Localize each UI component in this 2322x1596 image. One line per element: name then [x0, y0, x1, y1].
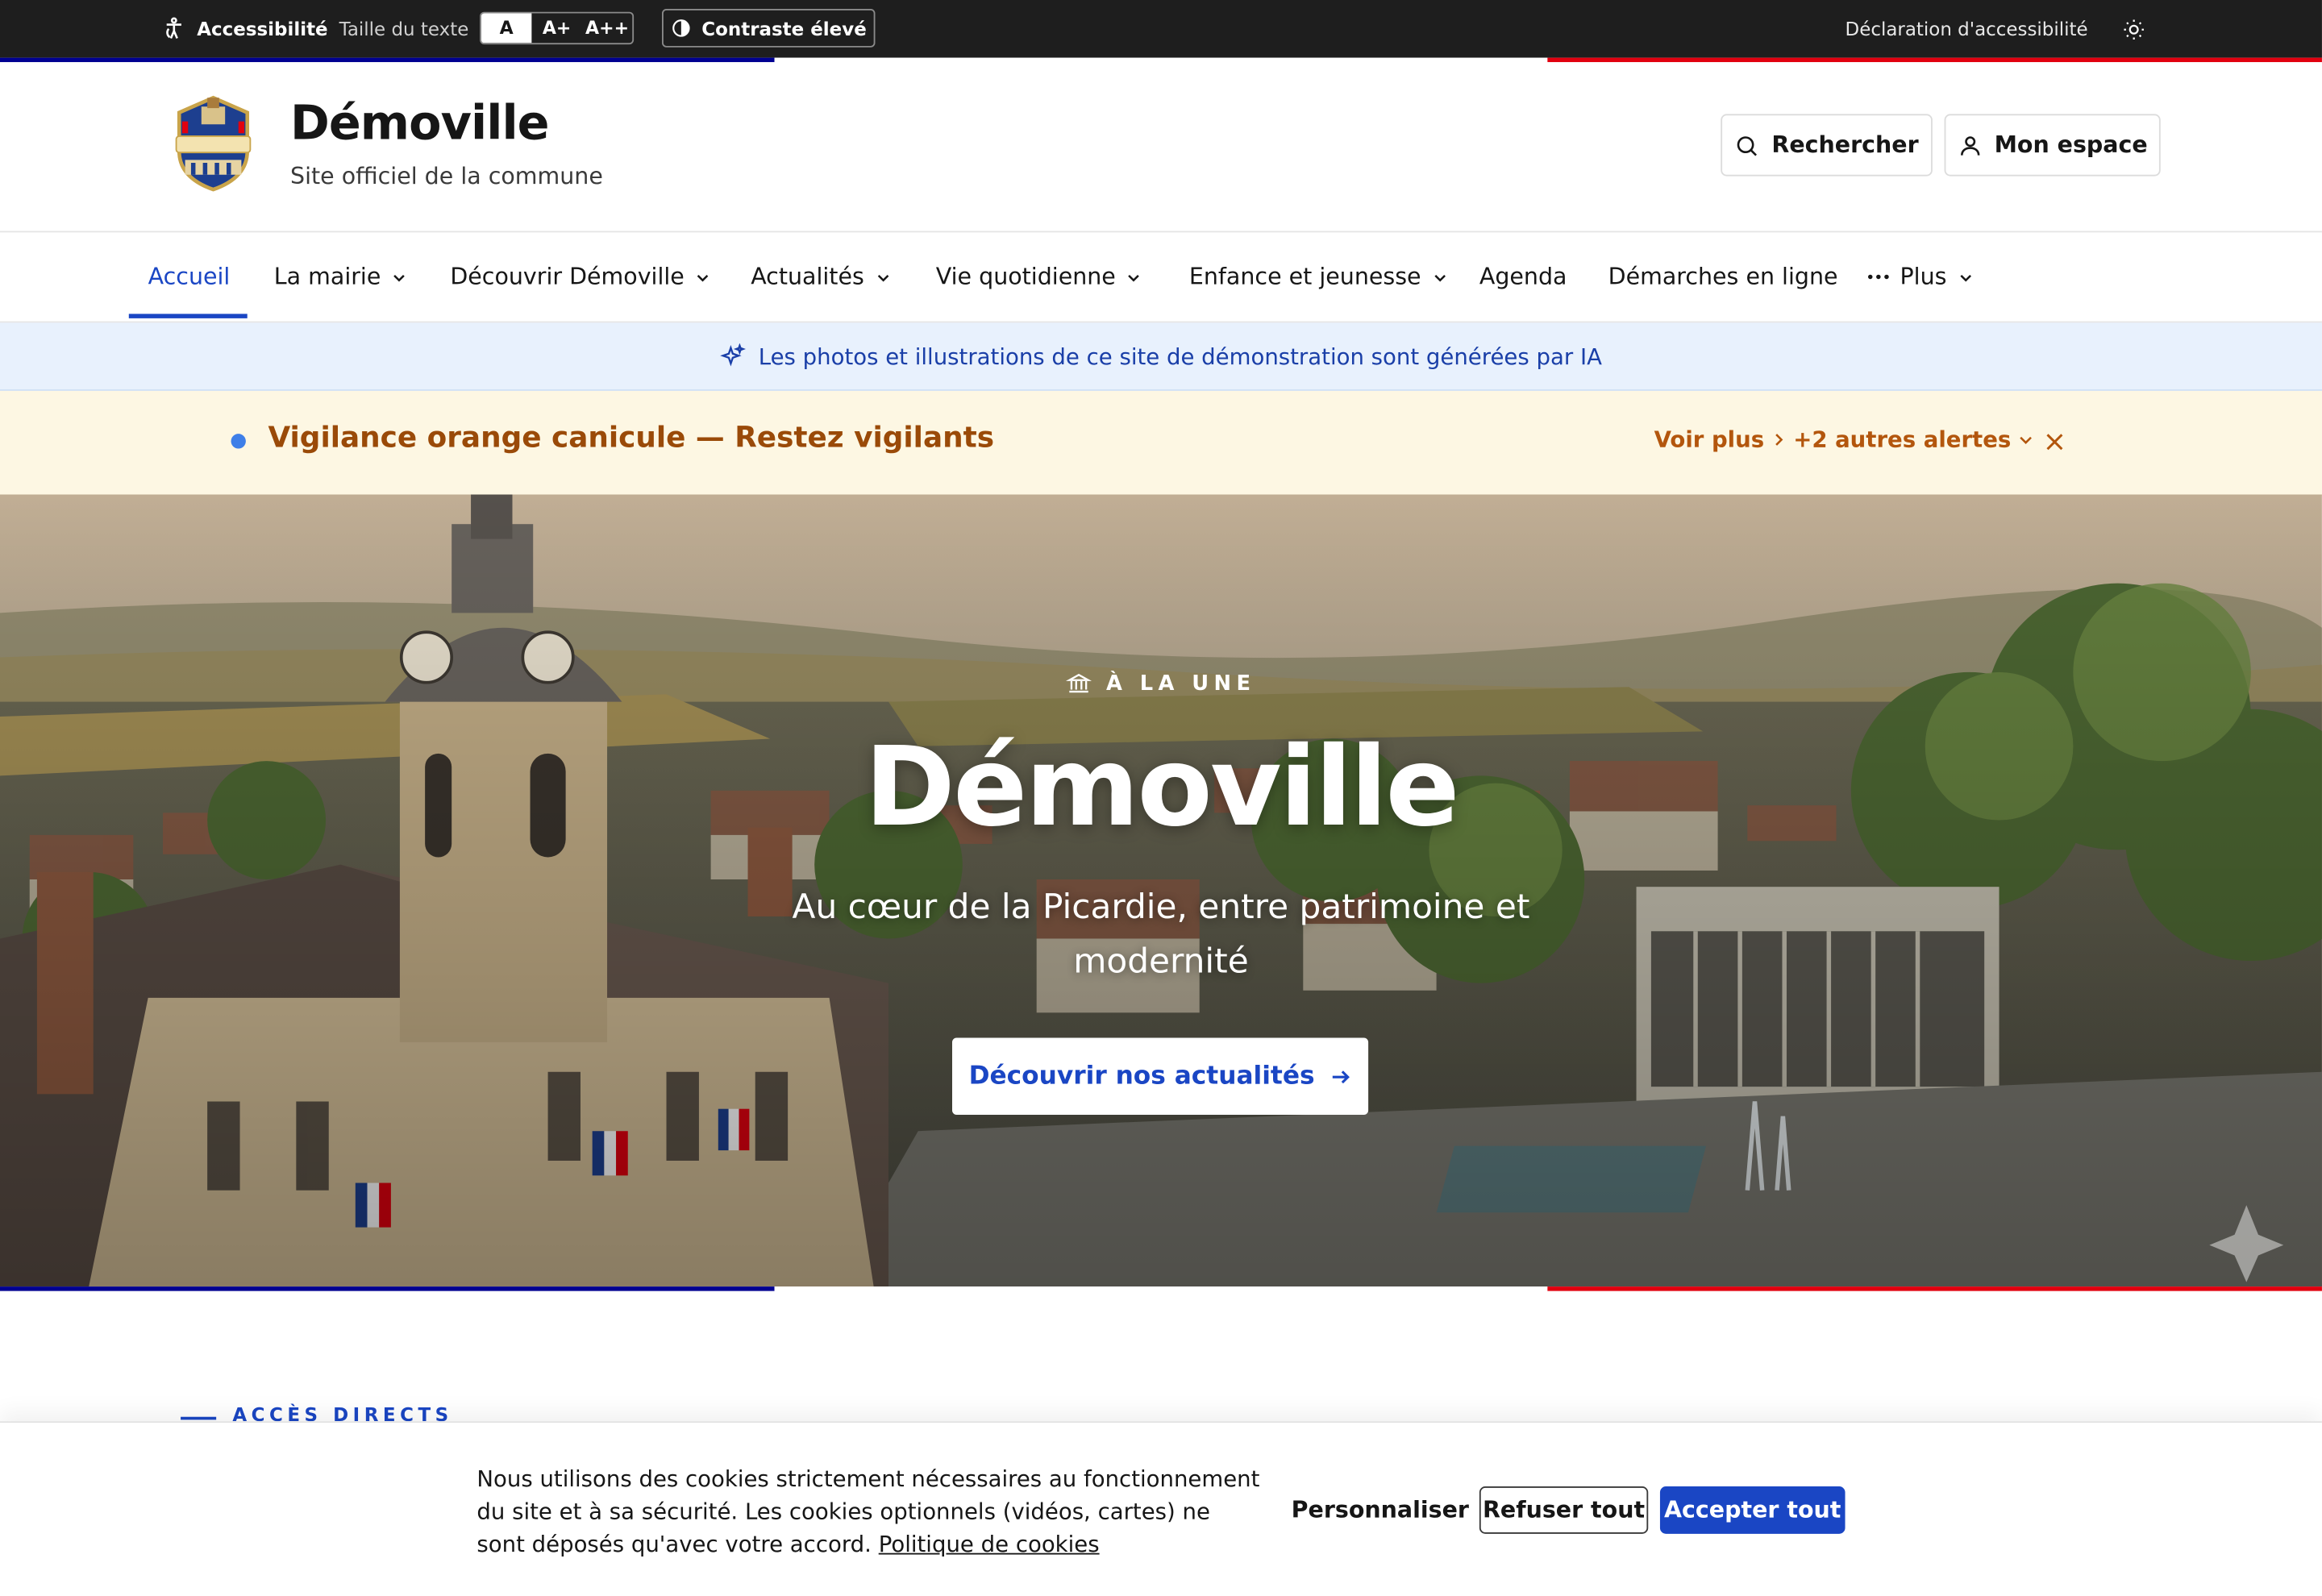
- accessibility-toolbar: Accessibilité Taille du texte A A+ A++ C…: [0, 0, 2322, 58]
- high-contrast-button[interactable]: Contraste élevé: [662, 9, 876, 48]
- text-size-large-button[interactable]: A+: [531, 14, 581, 44]
- nav-item-enfance[interactable]: Enfance et jeunesse: [1189, 232, 1448, 321]
- search-icon: [1734, 132, 1759, 157]
- accessibility-declaration-link[interactable]: Déclaration d'accessibilité: [1846, 0, 2088, 58]
- alert-others-label: +2 autres alertes: [1793, 426, 2012, 454]
- nav-item-label: Accueil: [148, 263, 231, 290]
- text-size-xlarge-button[interactable]: A++: [582, 14, 632, 44]
- alert-more-label: Voir plus: [1654, 426, 1765, 454]
- ai-notice-text: Les photos et illustrations de ce site d…: [758, 343, 1602, 370]
- section-heading-line: [181, 1416, 217, 1420]
- text-size-label: Taille du texte: [339, 18, 469, 40]
- site-header: Démoville Site officiel de la commune Re…: [0, 62, 2322, 233]
- cookie-refuse-button[interactable]: Refuser tout: [1479, 1486, 1649, 1534]
- more-dots-icon: [1867, 274, 1890, 280]
- hero-banner: À LA UNE Démoville Au cœur de la Picardi…: [0, 494, 2322, 1287]
- alert-status-dot: [231, 434, 246, 449]
- chevron-down-icon: [1431, 268, 1447, 285]
- nav-item-label: La mairie: [273, 263, 381, 290]
- chevron-down-icon: [1126, 268, 1142, 285]
- chevron-down-icon: [391, 268, 407, 285]
- text-size-group: A A+ A++: [480, 11, 635, 45]
- hero-title: Démoville: [864, 724, 1460, 852]
- nav-active-indicator: [128, 314, 248, 318]
- site-logo[interactable]: [170, 95, 256, 193]
- theme-toggle-button[interactable]: [2122, 0, 2145, 58]
- sun-icon: [2122, 17, 2145, 40]
- accessibility-label: Accessibilité: [197, 18, 328, 40]
- cookie-policy-link[interactable]: Politique de cookies: [879, 1531, 1100, 1557]
- contrast-label: Contraste élevé: [701, 17, 867, 39]
- main-navigation: Accueil La mairie Découvrir Démoville Ac…: [0, 232, 2322, 323]
- alert-others-toggle[interactable]: +2 autres alertes: [1793, 426, 2033, 453]
- site-title[interactable]: Démoville: [290, 95, 550, 152]
- hero-kicker: À LA UNE: [0, 671, 2322, 696]
- arrow-right-icon: [1330, 1066, 1352, 1088]
- nav-item-label: Vie quotidienne: [935, 263, 1116, 290]
- accessibility-menu-button[interactable]: Accessibilité: [161, 0, 328, 58]
- alert-close-button[interactable]: [2045, 432, 2064, 451]
- flag-stripe-bottom: [0, 1286, 2322, 1291]
- nav-item-label: Démarches en ligne: [1608, 263, 1838, 290]
- cookie-customize-button[interactable]: Personnaliser: [1292, 1486, 1469, 1534]
- search-label: Rechercher: [1771, 131, 1919, 159]
- nav-item-label: Plus: [1900, 263, 1947, 290]
- nav-item-label: Agenda: [1479, 263, 1567, 290]
- alert-more-link[interactable]: Voir plus: [1654, 426, 1787, 453]
- nav-item-label: Enfance et jeunesse: [1188, 263, 1421, 290]
- chevron-down-icon: [1957, 268, 1973, 285]
- nav-item-plus[interactable]: Plus: [1867, 232, 1973, 321]
- nav-item-la-mairie[interactable]: La mairie: [274, 232, 408, 321]
- nav-item-accueil[interactable]: Accueil: [148, 232, 231, 321]
- search-button[interactable]: Rechercher: [1721, 114, 1933, 177]
- ai-notice-banner: Les photos et illustrations de ce site d…: [0, 322, 2322, 391]
- nav-item-agenda[interactable]: Agenda: [1479, 232, 1567, 321]
- chevron-down-icon: [2018, 432, 2033, 447]
- cookie-text: Nous utilisons des cookies strictement n…: [476, 1465, 1260, 1558]
- nav-item-label: Découvrir Démoville: [450, 263, 685, 290]
- nav-item-demarches[interactable]: Démarches en ligne: [1608, 232, 1838, 321]
- nav-item-vie-quotidienne[interactable]: Vie quotidienne: [936, 232, 1142, 321]
- cookie-banner: Nous utilisons des cookies strictement n…: [0, 1421, 2322, 1596]
- account-label: Mon espace: [1994, 131, 2148, 159]
- account-button[interactable]: Mon espace: [1944, 114, 2161, 177]
- chevron-down-icon: [695, 268, 711, 285]
- cookie-accept-button[interactable]: Accepter tout: [1659, 1486, 1846, 1534]
- chevron-down-icon: [875, 268, 891, 285]
- user-icon: [1958, 132, 1983, 157]
- site-subtitle: Site officiel de la commune: [289, 163, 603, 190]
- nav-item-label: Actualités: [751, 263, 864, 290]
- alert-banner: Vigilance orange canicule — Restez vigil…: [0, 390, 2322, 497]
- text-size-normal-button[interactable]: A: [481, 13, 532, 44]
- accessibility-icon: [161, 16, 186, 41]
- chevron-right-icon: [1771, 432, 1786, 447]
- sparkles-icon: [720, 343, 747, 369]
- discover-news-button[interactable]: Découvrir nos actualités: [951, 1037, 1369, 1116]
- alert-title: Vigilance orange canicule — Restez vigil…: [268, 420, 995, 455]
- hero-subtitle: Au cœur de la Picardie, entre patrimoine…: [792, 888, 1530, 982]
- cookie-message: Nous utilisons des cookies strictement n…: [476, 1463, 1261, 1561]
- close-icon: [2045, 432, 2064, 451]
- town-hall-icon: [1066, 671, 1092, 696]
- hero-cta-label: Découvrir nos actualités: [968, 1061, 1315, 1091]
- hero-kicker-label: À LA UNE: [1106, 671, 1256, 696]
- nav-item-decouvrir[interactable]: Découvrir Démoville: [450, 232, 711, 321]
- contrast-icon: [671, 18, 692, 39]
- nav-item-actualites[interactable]: Actualités: [751, 232, 891, 321]
